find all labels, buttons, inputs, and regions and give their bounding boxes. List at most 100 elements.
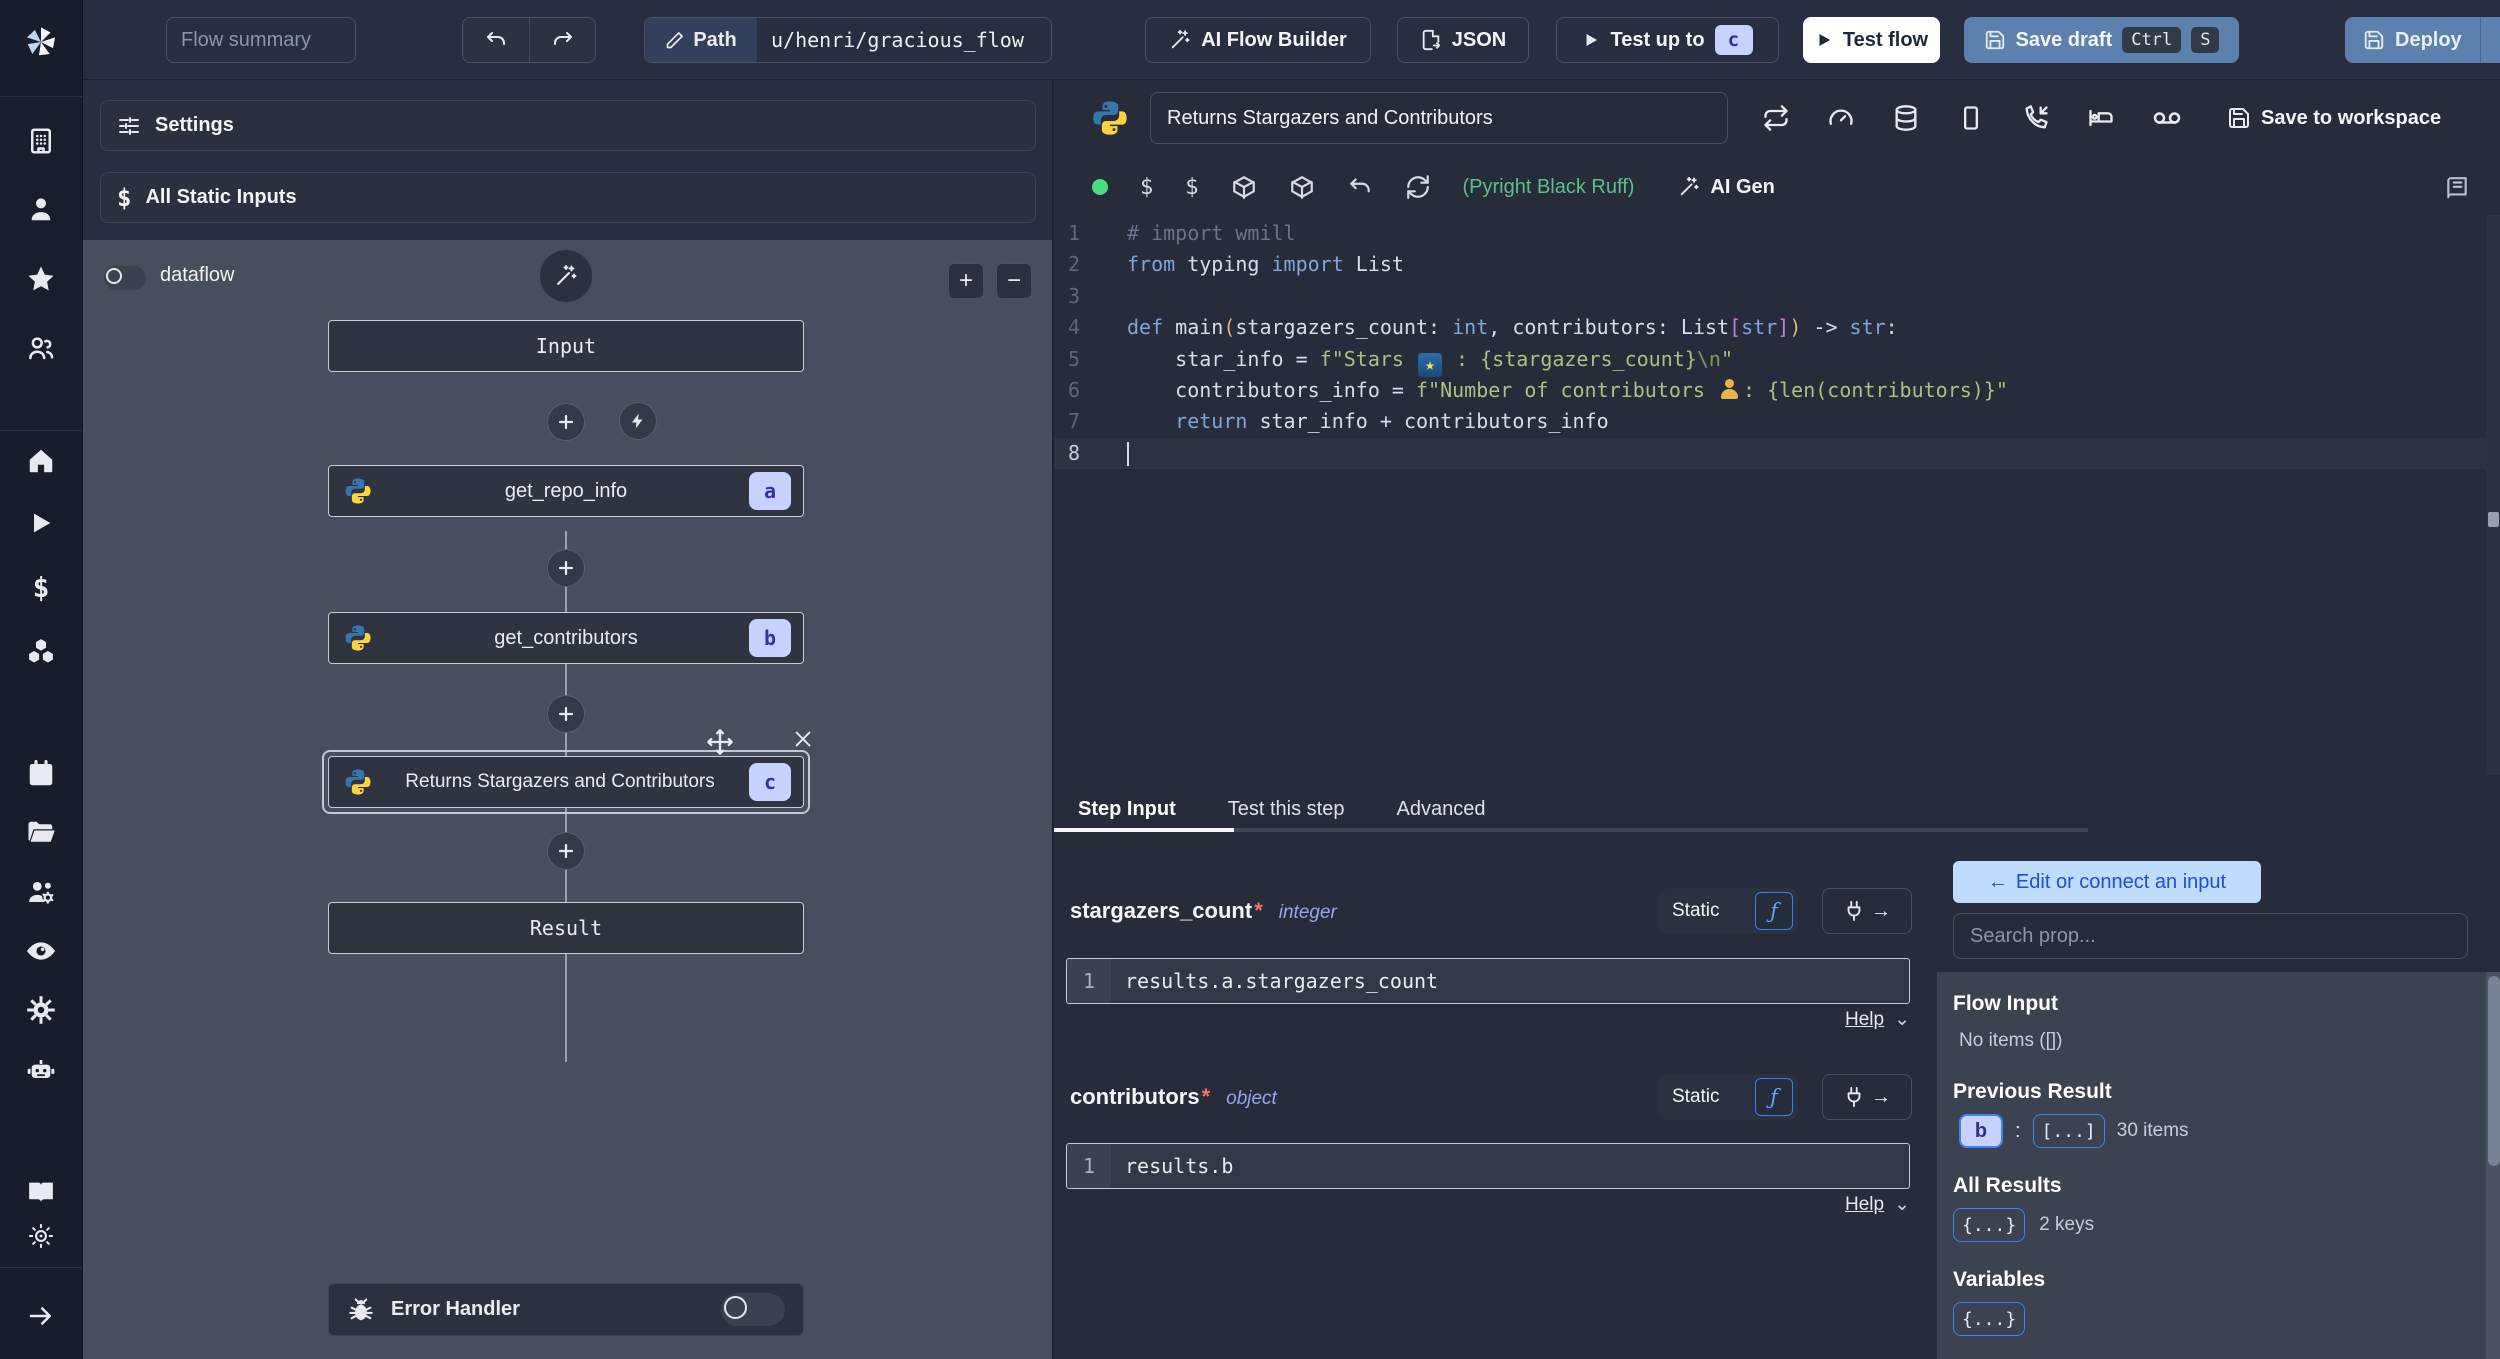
- path-chip[interactable]: Path u/henri/gracious_flow: [644, 17, 1052, 63]
- test-flow-button[interactable]: Test flow: [1803, 17, 1940, 63]
- sidebar-item-favorites[interactable]: [17, 255, 65, 303]
- phone-incoming-icon[interactable]: [2022, 104, 2050, 132]
- step-title-input[interactable]: [1150, 92, 1728, 144]
- editor-scrollbar[interactable]: [2486, 215, 2500, 775]
- flow-summary-input[interactable]: [166, 17, 356, 63]
- error-handler-toggle[interactable]: [721, 1293, 785, 1326]
- zoom-in-button[interactable]: +: [948, 263, 984, 299]
- zoom-out-button[interactable]: −: [996, 263, 1032, 299]
- reload-icon[interactable]: [1405, 174, 1431, 200]
- mock-square-icon[interactable]: [1957, 104, 1985, 132]
- variables-object-badge[interactable]: {...}: [1953, 1302, 2026, 1336]
- connect-input-button-stargazers[interactable]: →: [1822, 888, 1912, 934]
- tab-test-this-step[interactable]: Test this step: [1228, 798, 1345, 821]
- sidebar-item-workers[interactable]: [17, 868, 65, 916]
- package-icon[interactable]: [1231, 174, 1257, 200]
- retry-repeat-icon[interactable]: [1762, 104, 1790, 132]
- deploy-options-button[interactable]: [2479, 17, 2500, 63]
- static-toggle-stargazers[interactable]: Static ƒ: [1658, 888, 1798, 934]
- ai-flow-builder-button[interactable]: AI Flow Builder: [1145, 17, 1371, 63]
- save-to-workspace-button[interactable]: Save to workspace: [2227, 106, 2441, 130]
- all-results-object-badge[interactable]: {...}: [1953, 1208, 2026, 1242]
- theme-toggle[interactable]: [17, 1212, 65, 1260]
- expand-sidebar-button[interactable]: [17, 1292, 65, 1340]
- code-line[interactable]: 5 star_info = f"Stars ★ : {stargazers_co…: [1054, 344, 2500, 377]
- add-step-button[interactable]: [547, 832, 585, 870]
- library-icon[interactable]: [2444, 176, 2470, 202]
- all-static-inputs-button[interactable]: $ All Static Inputs: [100, 172, 1036, 223]
- connect-input-button-contributors[interactable]: →: [1822, 1074, 1912, 1120]
- sidebar-item-schedules[interactable]: [17, 750, 65, 798]
- path-value: u/henri/gracious_flow: [771, 28, 1024, 52]
- sidebar-item-user[interactable]: [17, 185, 65, 233]
- chevron-down-icon: ⌄: [1894, 1194, 1910, 1215]
- json-button[interactable]: JSON: [1397, 17, 1529, 63]
- sleep-bed-icon[interactable]: [2087, 104, 2115, 132]
- sidebar-item-audit-logs[interactable]: [17, 927, 65, 975]
- ai-wand-button[interactable]: [540, 250, 592, 302]
- add-step-button[interactable]: [547, 695, 585, 733]
- sidebar-item-runs[interactable]: [17, 499, 65, 547]
- flow-graph-canvas[interactable]: dataflow + − Input get_repo_info a get_c…: [83, 240, 1052, 1359]
- error-handler-node[interactable]: Error Handler: [328, 1283, 804, 1336]
- function-mode-icon[interactable]: ƒ: [1755, 1078, 1793, 1116]
- move-node-handle[interactable]: [706, 728, 734, 756]
- flow-node-input[interactable]: Input: [328, 320, 804, 372]
- test-up-to-button[interactable]: Test up to c: [1556, 17, 1779, 63]
- sidebar-item-ai[interactable]: [17, 1046, 65, 1094]
- sidebar-item-resources[interactable]: [17, 627, 65, 675]
- flow-node-b[interactable]: get_contributors b: [328, 612, 804, 664]
- package-icon[interactable]: [1289, 174, 1315, 200]
- concurrency-voicemail-icon[interactable]: [2152, 103, 2182, 133]
- add-trigger-button[interactable]: [619, 402, 657, 440]
- help-link[interactable]: Help: [1845, 1194, 1884, 1215]
- code-line[interactable]: 1 # import wmill: [1054, 218, 2500, 249]
- python-icon: [1093, 101, 1127, 135]
- expr-input-stargazers[interactable]: 1 results.a.stargazers_count: [1066, 958, 1910, 1004]
- search-prop-input[interactable]: [1953, 913, 2468, 959]
- code-line[interactable]: 2 from typing import List: [1054, 249, 2500, 280]
- flow-node-a[interactable]: get_repo_info a: [328, 465, 804, 517]
- edit-or-connect-button[interactable]: ← Edit or connect an input: [1953, 861, 2261, 903]
- sidebar-item-folders[interactable]: [17, 809, 65, 857]
- prev-result-step-badge[interactable]: b: [1959, 1114, 2003, 1148]
- code-line[interactable]: 6 contributors_info = f"Number of contri…: [1054, 375, 2500, 406]
- sidebar-item-groups[interactable]: [17, 324, 65, 372]
- help-link[interactable]: Help: [1845, 1009, 1884, 1030]
- props-scrollbar[interactable]: [2486, 972, 2500, 1359]
- code-editor[interactable]: 1 # import wmill 2 from typing import List 3…: [1054, 218, 2500, 470]
- prev-result-array-badge[interactable]: [...]: [2032, 1114, 2105, 1148]
- tab-advanced[interactable]: Advanced: [1396, 798, 1485, 821]
- gauge-icon[interactable]: [1827, 104, 1855, 132]
- flow-settings-button[interactable]: Settings: [100, 100, 1036, 151]
- add-step-button[interactable]: [547, 403, 585, 441]
- deploy-button[interactable]: Deploy: [2345, 17, 2480, 63]
- code-line[interactable]: 4 def main(stargazers_count: int, contrib…: [1054, 312, 2500, 343]
- sidebar-item-home[interactable]: [17, 437, 65, 485]
- variable-picker-button[interactable]: $: [1140, 175, 1153, 200]
- resource-picker-button[interactable]: $: [1185, 175, 1198, 200]
- database-icon[interactable]: [1892, 104, 1920, 132]
- dataflow-toggle[interactable]: [104, 266, 146, 290]
- save-draft-button[interactable]: Save draft Ctrl S: [1964, 17, 2239, 63]
- sidebar-item-variables[interactable]: $: [17, 563, 65, 611]
- sidebar-item-settings[interactable]: [17, 986, 65, 1034]
- static-toggle-contributors[interactable]: Static ƒ: [1658, 1074, 1798, 1120]
- redo-button[interactable]: [529, 18, 595, 62]
- code-line[interactable]: 8: [1054, 437, 2500, 470]
- sidebar-item-workspace[interactable]: [17, 117, 65, 165]
- windmill-logo[interactable]: [17, 18, 65, 66]
- expr-input-contributors[interactable]: 1 results.b: [1066, 1143, 1910, 1189]
- reset-undo-icon[interactable]: [1347, 174, 1373, 200]
- undo-button[interactable]: [463, 18, 529, 62]
- ai-gen-button[interactable]: AI Gen: [1678, 176, 1775, 199]
- code-line[interactable]: 3: [1054, 281, 2500, 312]
- flow-node-result[interactable]: Result: [328, 902, 804, 954]
- code-line[interactable]: 7 return star_info + contributors_info: [1054, 406, 2500, 437]
- sidebar-item-docs[interactable]: [17, 1168, 65, 1216]
- function-mode-icon[interactable]: ƒ: [1755, 892, 1793, 930]
- delete-node-button[interactable]: [792, 728, 814, 750]
- add-step-button[interactable]: [547, 549, 585, 587]
- tab-step-input[interactable]: Step Input: [1078, 798, 1176, 821]
- flow-node-c[interactable]: Returns Stargazers and Contributors c: [328, 756, 804, 808]
